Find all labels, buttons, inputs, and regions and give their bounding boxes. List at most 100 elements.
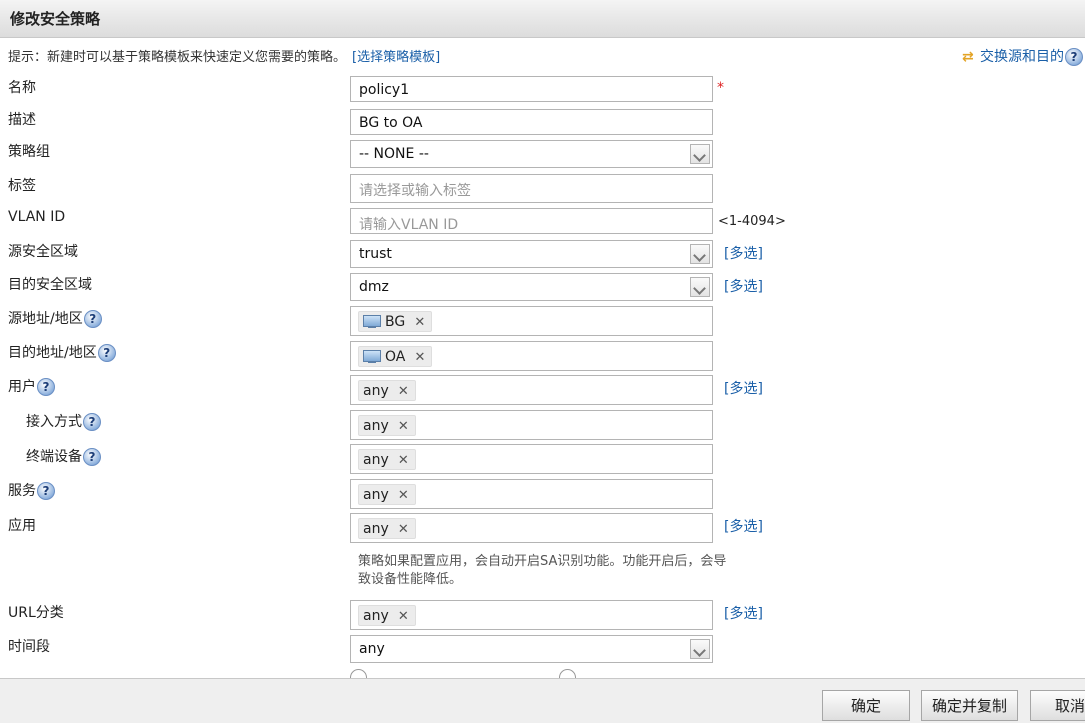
src-addr-input[interactable]: BG ✕ [350, 306, 713, 336]
remove-icon[interactable]: ✕ [398, 381, 409, 402]
src-addr-label: 源地址/地区? [8, 308, 102, 328]
policy-group-value: -- NONE -- [359, 146, 429, 162]
access-mode-input[interactable]: any ✕ [350, 410, 713, 440]
user-input[interactable]: any ✕ [350, 375, 713, 405]
action-row-partial [0, 668, 1085, 678]
application-note: 策略如果配置应用，会自动开启SA识别功能。功能开启后，会导致设备性能降低。 [358, 554, 727, 587]
src-zone-multi-link[interactable]: [多选] [724, 243, 763, 263]
user-multi-link[interactable]: [多选] [724, 378, 763, 398]
name-input[interactable]: policy1 [350, 76, 713, 102]
terminal-input[interactable]: any ✕ [350, 444, 713, 474]
src-zone-value: trust [359, 246, 392, 262]
access-mode-tag-text: any [363, 418, 389, 434]
application-tag-text: any [363, 521, 389, 537]
help-icon[interactable]: ? [37, 378, 55, 396]
access-mode-label-text: 接入方式 [26, 414, 82, 430]
help-icon[interactable]: ? [97, 344, 116, 362]
chevron-down-icon[interactable] [690, 277, 710, 297]
dst-addr-tag: OA ✕ [358, 346, 433, 368]
chevron-down-icon[interactable] [690, 144, 710, 164]
application-input[interactable]: any ✕ [350, 513, 713, 543]
time-range-label: 时间段 [8, 639, 50, 655]
user-label-text: 用户 [8, 379, 36, 395]
application-tag: any ✕ [358, 518, 416, 539]
terminal-label-text: 终端设备 [26, 449, 82, 465]
terminal-tag-text: any [363, 452, 389, 468]
access-mode-tag: any ✕ [358, 415, 416, 436]
description-input[interactable]: BG to OA [350, 109, 713, 135]
vlan-id-input[interactable]: 请输入VLAN ID [350, 208, 713, 234]
remove-icon[interactable]: ✕ [398, 450, 409, 471]
dst-addr-tag-text: OA [385, 349, 406, 365]
cancel-button[interactable]: 取消 [1030, 690, 1085, 721]
name-label: 名称 [8, 80, 36, 96]
name-value: policy1 [359, 82, 410, 98]
src-zone-select[interactable]: trust [350, 240, 713, 268]
service-input[interactable]: any ✕ [350, 479, 713, 509]
help-icon[interactable]: ? [1065, 48, 1083, 66]
action-deny-radio[interactable] [559, 669, 576, 678]
help-icon[interactable]: ? [37, 482, 55, 500]
swap-arrows-icon: ⇄ [962, 49, 974, 65]
service-label: 服务? [8, 480, 55, 500]
terminal-tag: any ✕ [358, 449, 416, 470]
address-object-icon [363, 349, 381, 363]
service-tag-text: any [363, 487, 389, 503]
time-range-value: any [359, 641, 385, 657]
vlan-id-label: VLAN ID [8, 209, 66, 225]
service-tag: any ✕ [358, 484, 416, 505]
src-addr-label-text: 源地址/地区 [8, 311, 83, 327]
application-multi-link[interactable]: [多选] [724, 516, 763, 536]
time-range-select[interactable]: any [350, 635, 713, 663]
src-addr-tag-text: BG [385, 314, 406, 330]
dialog-title: 修改安全策略 [10, 10, 101, 28]
url-category-tag: any ✕ [358, 605, 416, 626]
dst-zone-multi-link[interactable]: [多选] [724, 276, 763, 296]
ok-and-copy-button[interactable]: 确定并复制 [921, 690, 1018, 721]
dst-addr-label-text: 目的地址/地区 [8, 345, 97, 361]
remove-icon[interactable]: ✕ [414, 312, 425, 333]
remove-icon[interactable]: ✕ [414, 347, 425, 368]
dst-zone-value: dmz [359, 279, 389, 295]
dst-addr-label: 目的地址/地区? [8, 342, 116, 362]
chevron-down-icon[interactable] [690, 639, 710, 659]
service-label-text: 服务 [8, 483, 36, 499]
action-permit-radio[interactable] [350, 669, 367, 678]
remove-icon[interactable]: ✕ [398, 519, 409, 540]
dst-zone-label: 目的安全区域 [8, 277, 92, 293]
remove-icon[interactable]: ✕ [398, 416, 409, 437]
dst-zone-select[interactable]: dmz [350, 273, 713, 301]
remove-icon[interactable]: ✕ [398, 485, 409, 506]
vlan-id-placeholder: 请输入VLAN ID [359, 217, 459, 233]
terminal-label: 终端设备? [26, 446, 101, 466]
template-hint: 提示：新建时可以基于策略模板来快速定义您需要的策略。 [选择策略模板] [8, 46, 440, 65]
url-category-input[interactable]: any ✕ [350, 600, 713, 630]
tag-label: 标签 [8, 178, 36, 194]
policy-group-label: 策略组 [8, 144, 50, 160]
url-category-multi-link[interactable]: [多选] [724, 603, 763, 623]
hint-text: 提示：新建时可以基于策略模板来快速定义您需要的策略。 [8, 50, 347, 65]
description-value: BG to OA [359, 115, 423, 131]
policy-group-select[interactable]: -- NONE -- [350, 140, 713, 168]
address-object-icon [363, 314, 381, 328]
url-category-label: URL分类 [8, 605, 64, 621]
tag-placeholder: 请选择或输入标签 [359, 183, 471, 199]
src-addr-tag: BG ✕ [358, 311, 433, 333]
chevron-down-icon[interactable] [690, 244, 710, 264]
tag-input[interactable]: 请选择或输入标签 [350, 174, 713, 203]
help-icon[interactable]: ? [83, 448, 101, 466]
remove-icon[interactable]: ✕ [398, 606, 409, 627]
url-category-tag-text: any [363, 608, 389, 624]
ok-button[interactable]: 确定 [822, 690, 910, 721]
swap-src-dst-link[interactable]: ⇄ 交换源和目的? [962, 46, 1083, 66]
required-mark: * [717, 80, 724, 96]
application-label: 应用 [8, 518, 36, 534]
help-icon[interactable]: ? [83, 413, 101, 431]
swap-label: 交换源和目的 [980, 49, 1064, 65]
help-icon[interactable]: ? [83, 310, 102, 328]
description-label: 描述 [8, 112, 36, 128]
src-zone-label: 源安全区域 [8, 244, 78, 260]
dialog-footer: 确定 确定并复制 取消 [0, 678, 1085, 723]
dst-addr-input[interactable]: OA ✕ [350, 341, 713, 371]
select-template-link[interactable]: [选择策略模板] [352, 50, 440, 65]
